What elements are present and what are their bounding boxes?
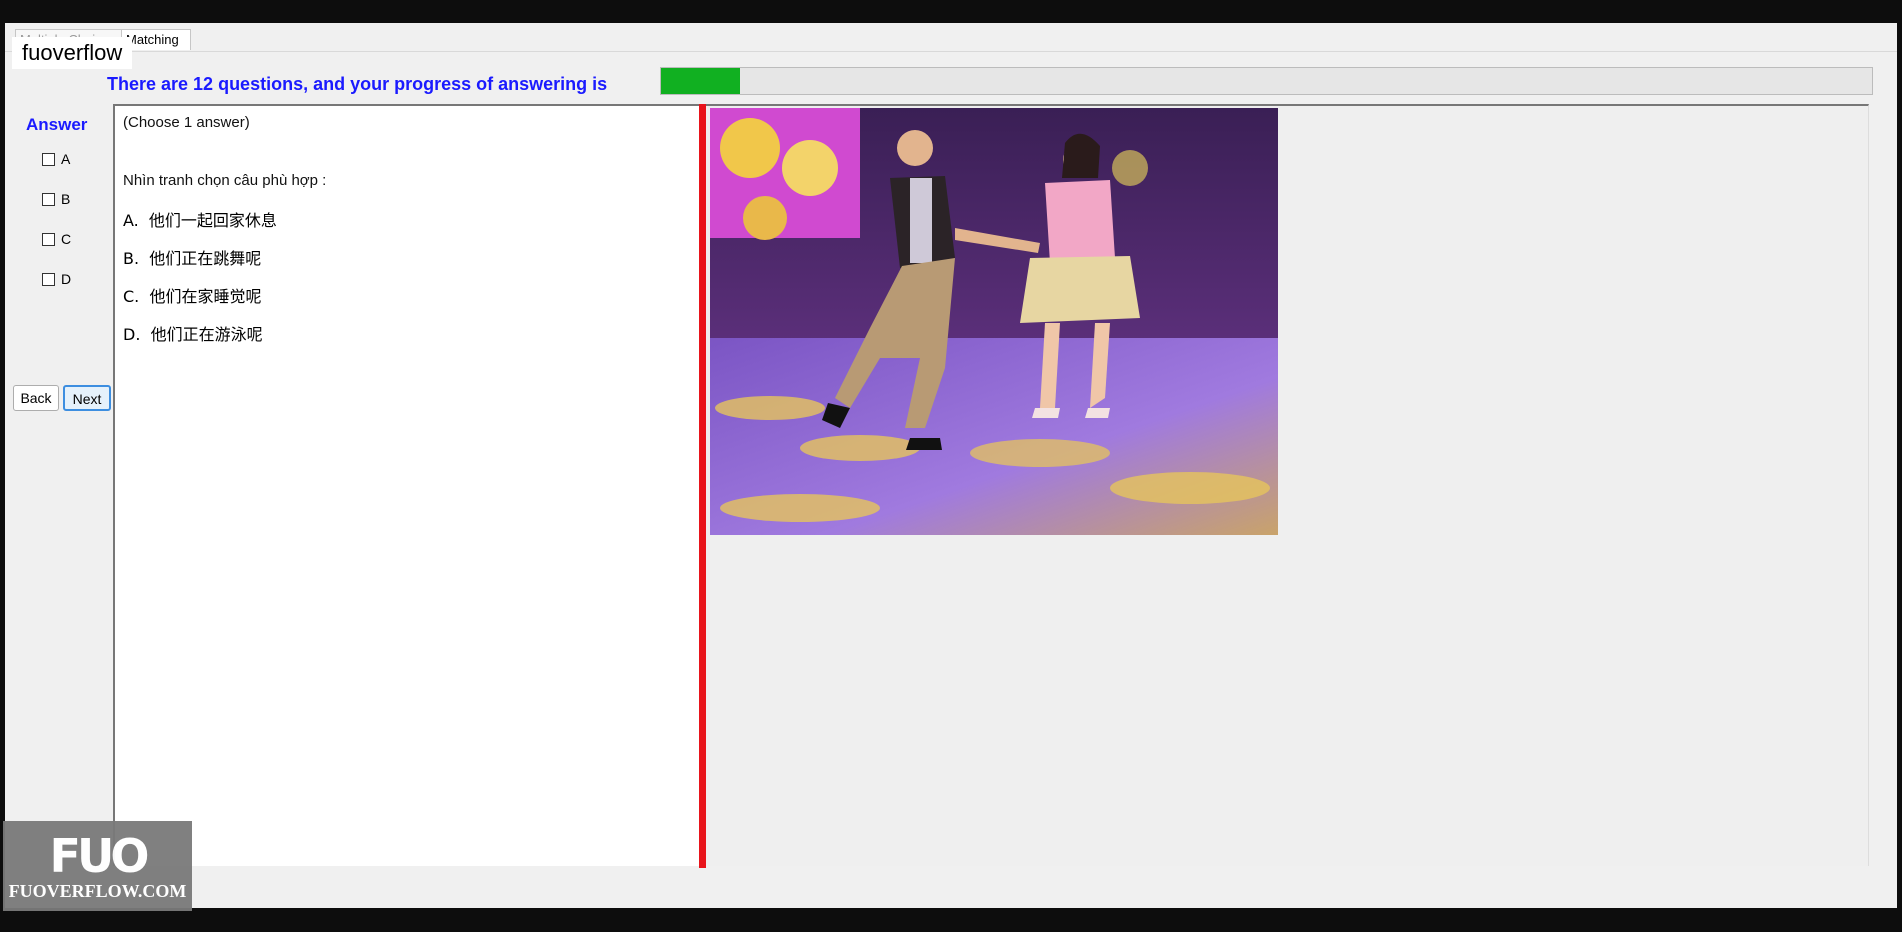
choice-letter: D.: [123, 325, 141, 344]
option-label-b: B: [61, 191, 71, 207]
back-button[interactable]: Back: [13, 385, 59, 411]
progress-bar-fill: [661, 68, 740, 94]
checkbox-c[interactable]: [42, 232, 55, 246]
answer-option-c[interactable]: C: [42, 229, 71, 249]
logo-mark: FUO: [49, 829, 150, 883]
option-label-a: A: [61, 151, 71, 167]
choice-a: A. 他们一起回家休息: [123, 207, 277, 231]
checkbox-d[interactable]: [42, 272, 55, 286]
checkbox-a[interactable]: [42, 152, 55, 166]
logo-text: FUOVERFLOW.COM: [8, 881, 187, 901]
checkbox-b[interactable]: [42, 192, 55, 206]
answer-title: Answer: [26, 115, 88, 134]
choice-text: 他们正在游泳呢: [150, 325, 263, 344]
answer-option-a[interactable]: A: [42, 149, 70, 169]
answer-option-b[interactable]: B: [42, 189, 70, 209]
question-instruction: (Choose 1 answer): [123, 114, 250, 131]
tab-strip: Multiple Choice Matching: [5, 23, 1897, 52]
choice-text: 他们正在跳舞呢: [149, 249, 262, 268]
question-panel: (Choose 1 answer) Nhìn tranh chọn câu ph…: [113, 104, 701, 866]
choice-text: 他们一起回家休息: [148, 211, 277, 230]
dancers-illustration: [710, 108, 1278, 535]
progress-bar: [660, 67, 1873, 95]
question-image: [710, 108, 1278, 535]
choice-text: 他们在家睡觉呢: [149, 287, 262, 306]
answer-option-d[interactable]: D: [42, 269, 71, 289]
question-prompt: Nhìn tranh chọn câu phù hợp :: [123, 172, 327, 189]
next-button[interactable]: Next: [63, 385, 111, 411]
choice-c: C. 他们在家睡觉呢: [123, 283, 261, 307]
choice-letter: A.: [123, 211, 139, 230]
option-label-c: C: [61, 231, 72, 247]
panel-splitter[interactable]: [699, 104, 706, 868]
watermark-label: fuoverflow: [12, 37, 133, 69]
choice-d: D. 他们正在游泳呢: [123, 321, 263, 345]
choice-letter: B.: [123, 249, 140, 268]
choice-letter: C.: [123, 287, 140, 306]
choice-b: B. 他们正在跳舞呢: [123, 245, 261, 269]
option-label-d: D: [61, 271, 72, 287]
fuoverflow-logo: FUO FUOVERFLOW.COM: [3, 821, 192, 911]
progress-label: There are 12 questions, and your progres…: [107, 74, 608, 94]
